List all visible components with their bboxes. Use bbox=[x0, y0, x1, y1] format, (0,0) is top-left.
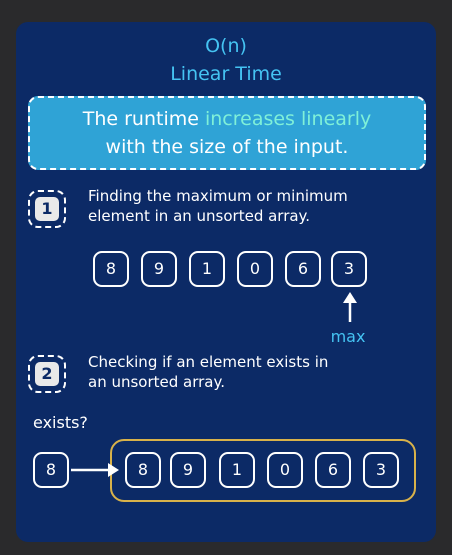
arrows-overlay bbox=[71, 292, 357, 477]
right-arrow-icon bbox=[71, 463, 119, 477]
up-arrow-icon bbox=[343, 292, 357, 322]
